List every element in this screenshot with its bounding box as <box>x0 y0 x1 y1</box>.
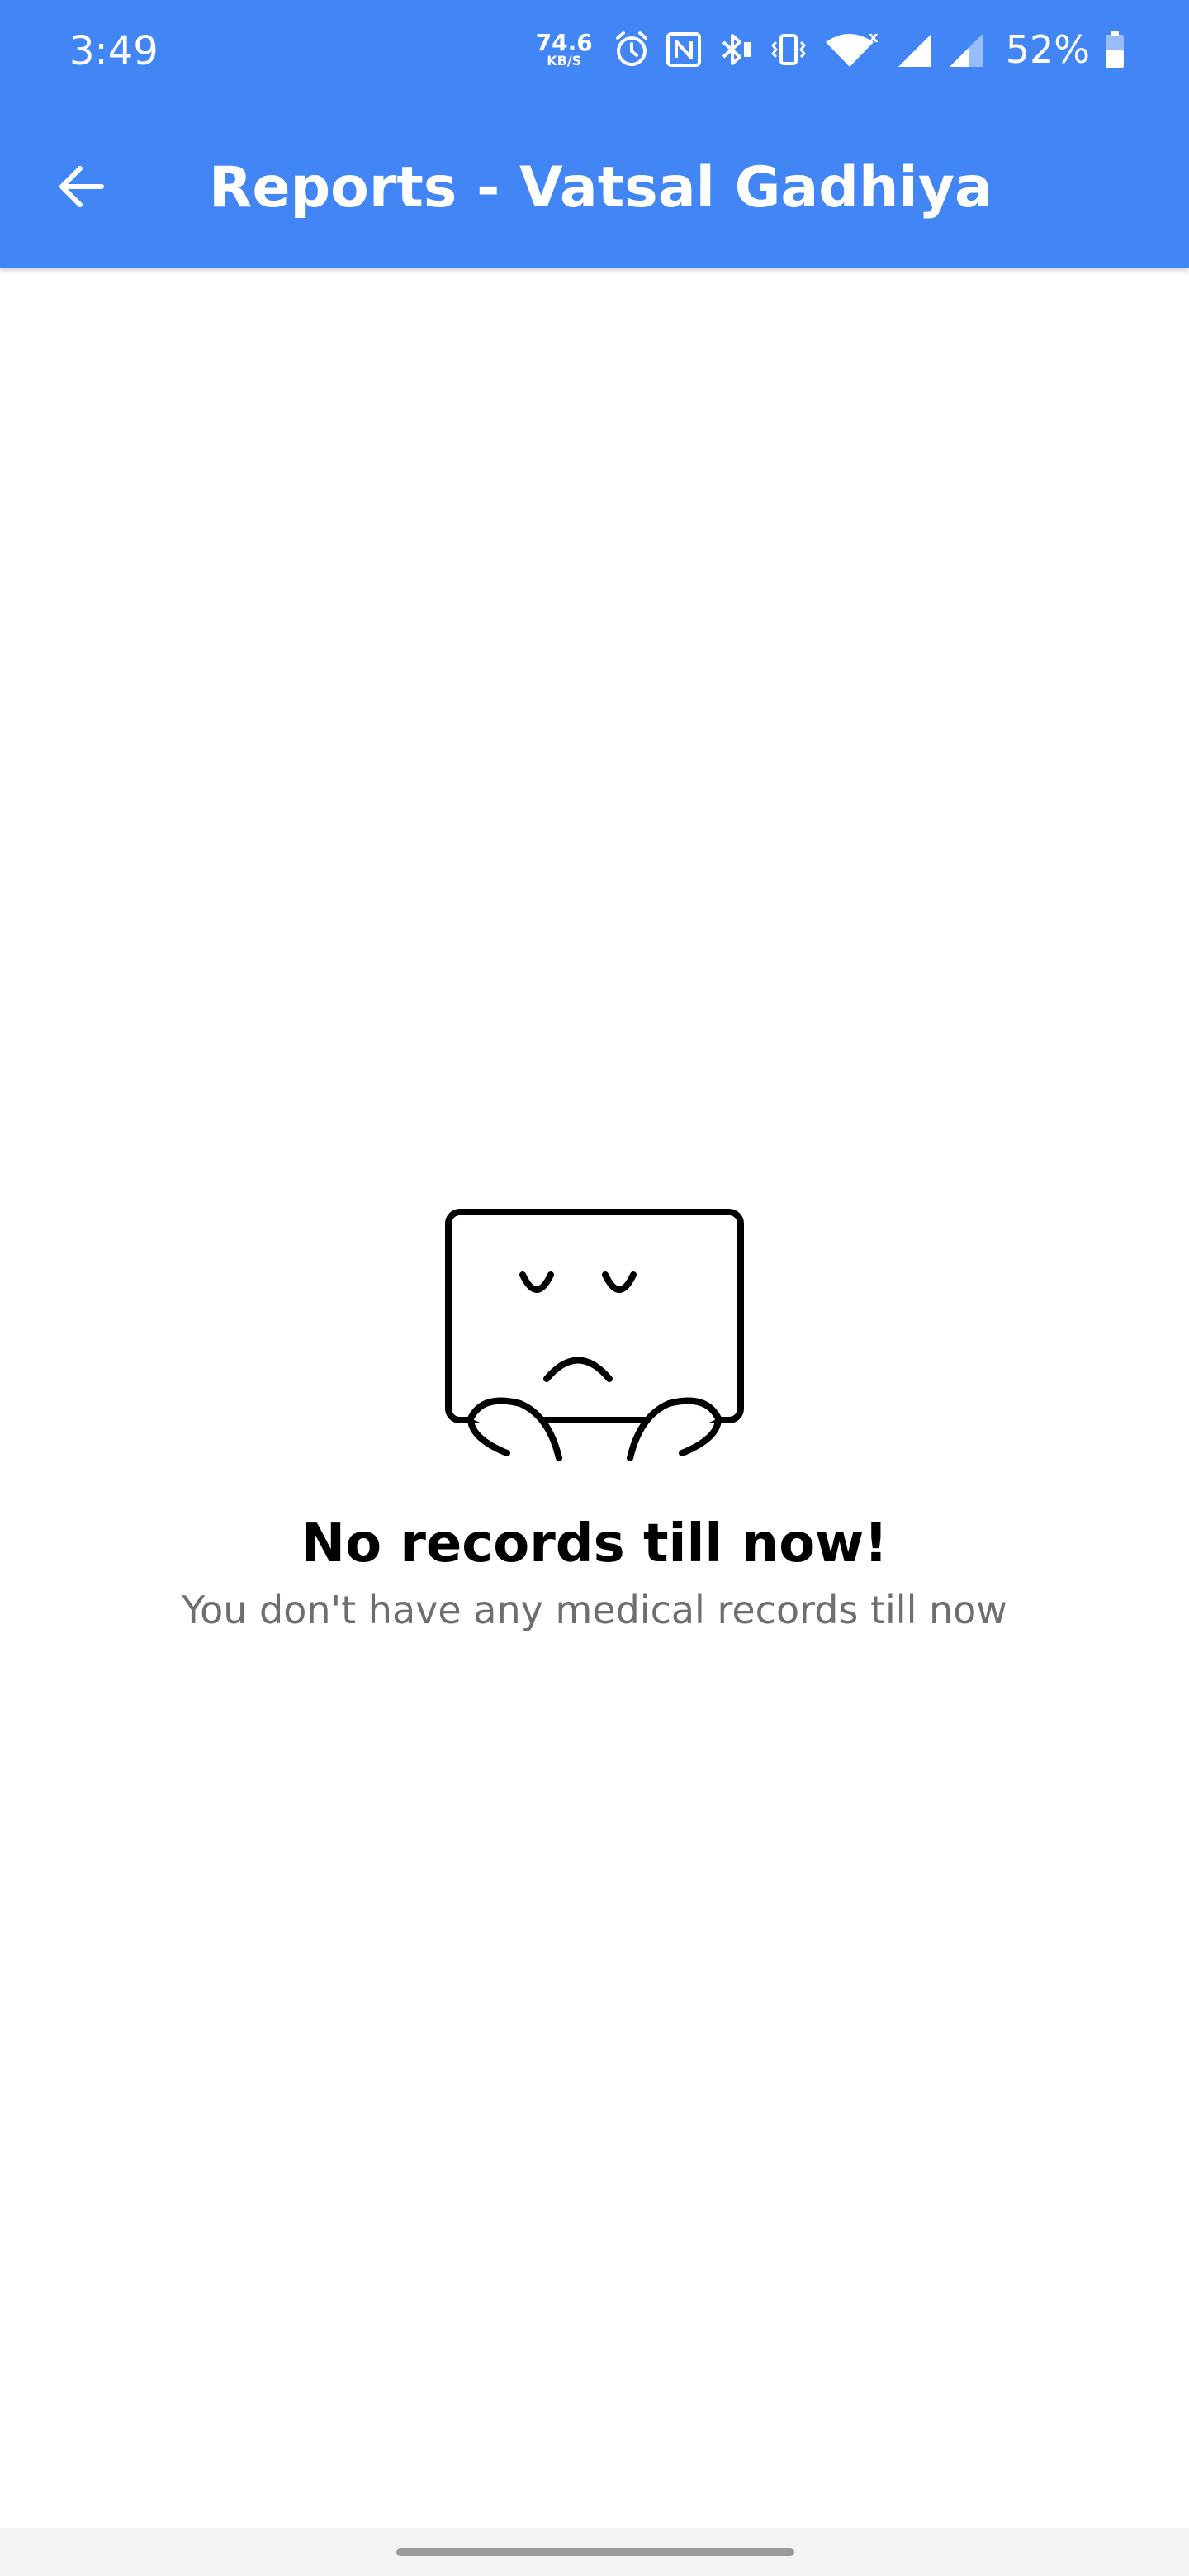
app-bar: Reports - Vatsal Gadhiya <box>0 102 1189 268</box>
arrow-back-icon <box>55 161 107 216</box>
empty-state: No records till now! You don't have any … <box>0 1205 1189 1635</box>
navigation-bar <box>0 2528 1189 2576</box>
network-speed-value: 74.6 <box>535 29 593 56</box>
nfc-icon <box>666 31 702 68</box>
battery-percent: 52% <box>1005 27 1090 72</box>
status-icons: 74.6 KB/S x 52% <box>536 23 1125 76</box>
status-time: 3:49 <box>69 28 159 74</box>
signal-icon <box>948 31 984 69</box>
bluetooth-icon <box>717 31 755 69</box>
empty-state-title: No records till now! <box>301 1513 888 1574</box>
battery-icon <box>1105 31 1125 69</box>
empty-state-subtitle: You don't have any medical records till … <box>182 1588 1007 1632</box>
vibrate-icon <box>770 31 808 69</box>
status-bar: 3:49 74.6 KB/S x 52% <box>0 0 1189 102</box>
network-speed: 74.6 KB/S <box>536 31 593 68</box>
page-title: Reports - Vatsal Gadhiya <box>209 155 992 220</box>
back-button[interactable] <box>43 150 119 226</box>
alarm-icon <box>613 31 651 69</box>
wifi-icon: x <box>822 31 882 69</box>
home-indicator[interactable] <box>396 2548 794 2556</box>
network-speed-unit: KB/S <box>547 53 582 69</box>
signal-icon <box>897 31 933 69</box>
svg-text:x: x <box>869 31 879 46</box>
sad-face-box-icon <box>438 1205 751 1470</box>
